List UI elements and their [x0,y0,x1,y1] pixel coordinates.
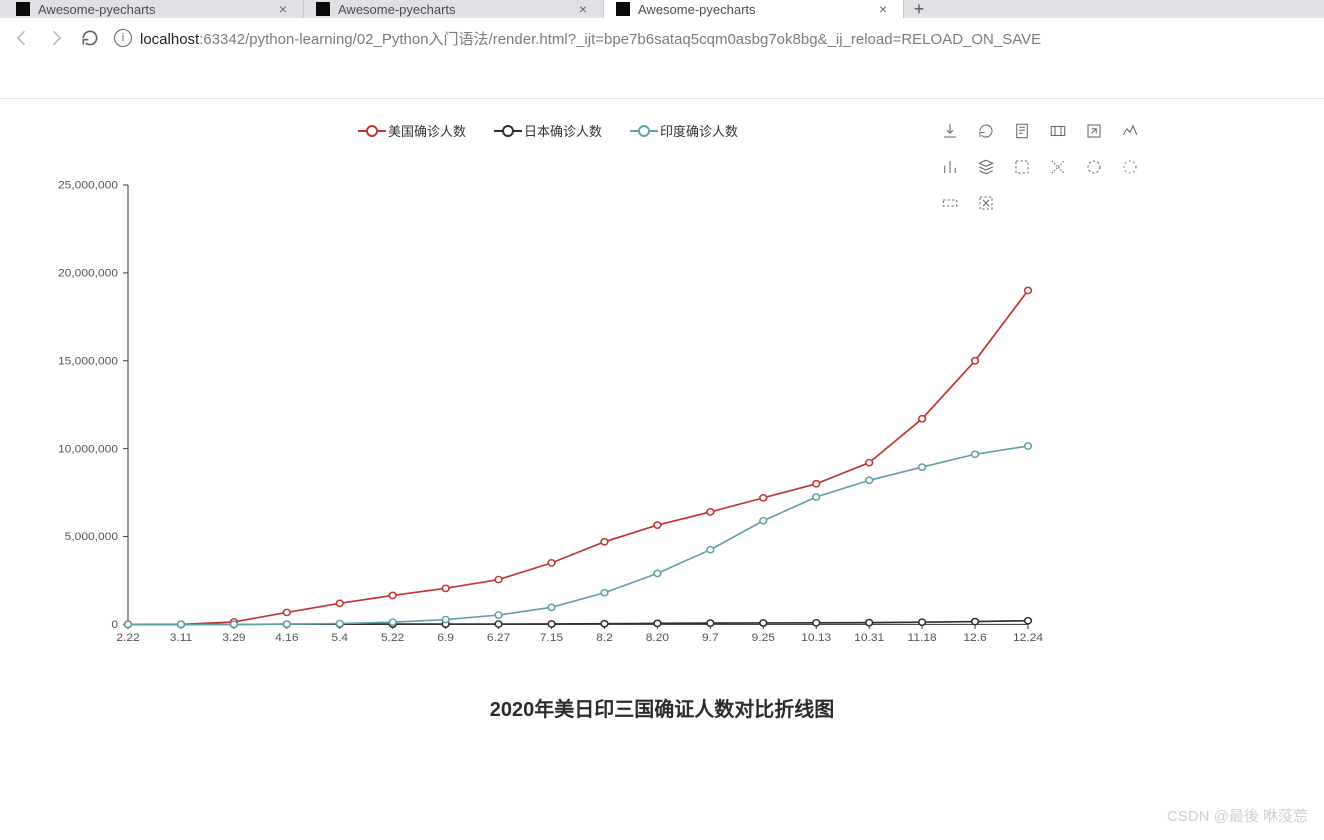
browser-tab-1[interactable]: Awesome-pyecharts × [304,0,604,18]
divider [0,98,1324,99]
zoom-reset-icon[interactable] [1082,119,1106,143]
svg-text:25,000,000: 25,000,000 [58,180,118,191]
svg-text:5.4: 5.4 [331,632,348,643]
tab-title: Awesome-pyecharts [638,2,756,17]
chart-plot: 05,000,00010,000,00015,000,00020,000,000… [128,185,1043,663]
url-rest: :63342/python-learning/02_Python入门语法/ren… [199,31,1041,48]
tab-favicon [316,2,330,16]
legend-item-jp[interactable]: 日本确诊人数 [494,121,602,140]
svg-text:11.18: 11.18 [908,632,937,643]
close-icon[interactable]: × [875,1,891,17]
browser-navbar: i localhost:63342/python-learning/02_Pyt… [0,18,1324,58]
chart-container: 美国确诊人数 日本确诊人数 印度确诊人数 05,000,00010,000,00… [18,113,1306,753]
brush-keep-icon[interactable] [1118,155,1142,179]
legend-swatch-icon [494,125,522,137]
svg-text:0: 0 [111,619,118,630]
svg-text:4.16: 4.16 [275,632,298,643]
back-icon[interactable] [12,28,32,48]
svg-text:10,000,000: 10,000,000 [58,444,118,455]
legend-label: 美国确诊人数 [388,121,466,140]
svg-text:9.25: 9.25 [752,632,775,643]
brush-polygon-icon[interactable] [1082,155,1106,179]
svg-text:15,000,000: 15,000,000 [58,356,118,367]
restore-icon[interactable] [1010,155,1034,179]
forward-icon[interactable] [46,28,66,48]
svg-text:5,000,000: 5,000,000 [65,532,118,543]
download-icon[interactable] [938,119,962,143]
stack-icon[interactable] [974,155,998,179]
legend-swatch-icon [630,125,658,137]
zoom-area-icon[interactable] [1046,119,1070,143]
svg-text:9.7: 9.7 [702,632,719,643]
svg-text:2.22: 2.22 [116,632,139,643]
legend-label: 印度确诊人数 [660,121,738,140]
tab-title: Awesome-pyecharts [338,2,456,17]
refresh-icon[interactable] [974,119,998,143]
svg-text:12.24: 12.24 [1013,632,1044,643]
svg-text:7.15: 7.15 [540,632,563,643]
svg-text:10.13: 10.13 [801,632,831,643]
tab-title: Awesome-pyecharts [38,2,156,17]
chart-title: 2020年美日印三国确证人数对比折线图 [490,699,835,721]
browser-tab-2[interactable]: Awesome-pyecharts × [604,0,904,18]
url-host: localhost [140,31,199,48]
watermark-text: CSDN @最後 咻莈莣 [1167,805,1308,826]
svg-text:12.6: 12.6 [963,632,986,643]
tab-favicon [16,2,30,16]
close-icon[interactable]: × [275,1,291,17]
new-tab-button[interactable]: + [904,0,934,18]
svg-text:20,000,000: 20,000,000 [58,268,118,279]
svg-text:3.29: 3.29 [222,632,245,643]
chart-legend: 美国确诊人数 日本确诊人数 印度确诊人数 [358,121,738,140]
address-bar[interactable]: i localhost:63342/python-learning/02_Pyt… [114,28,1312,49]
legend-swatch-icon [358,125,386,137]
data-view-icon[interactable] [1010,119,1034,143]
svg-text:8.2: 8.2 [596,632,613,643]
legend-item-us[interactable]: 美国确诊人数 [358,121,466,140]
browser-tab-0[interactable]: Awesome-pyecharts × [4,0,304,18]
svg-text:6.9: 6.9 [437,632,454,643]
close-icon[interactable]: × [575,1,591,17]
browser-tabbar: Awesome-pyecharts × Awesome-pyecharts × … [0,0,1324,18]
reload-icon[interactable] [80,28,100,48]
line-type-icon[interactable] [1118,119,1142,143]
svg-text:3.11: 3.11 [170,632,192,643]
svg-text:6.27: 6.27 [487,632,510,643]
svg-text:5.22: 5.22 [381,632,404,643]
legend-item-in[interactable]: 印度确诊人数 [630,121,738,140]
svg-text:8.20: 8.20 [646,632,669,643]
bar-type-icon[interactable] [938,155,962,179]
svg-text:10.31: 10.31 [854,632,884,643]
tab-favicon [616,2,630,16]
brush-rect-icon[interactable] [1046,155,1070,179]
site-info-icon[interactable]: i [114,29,132,47]
legend-label: 日本确诊人数 [524,121,602,140]
